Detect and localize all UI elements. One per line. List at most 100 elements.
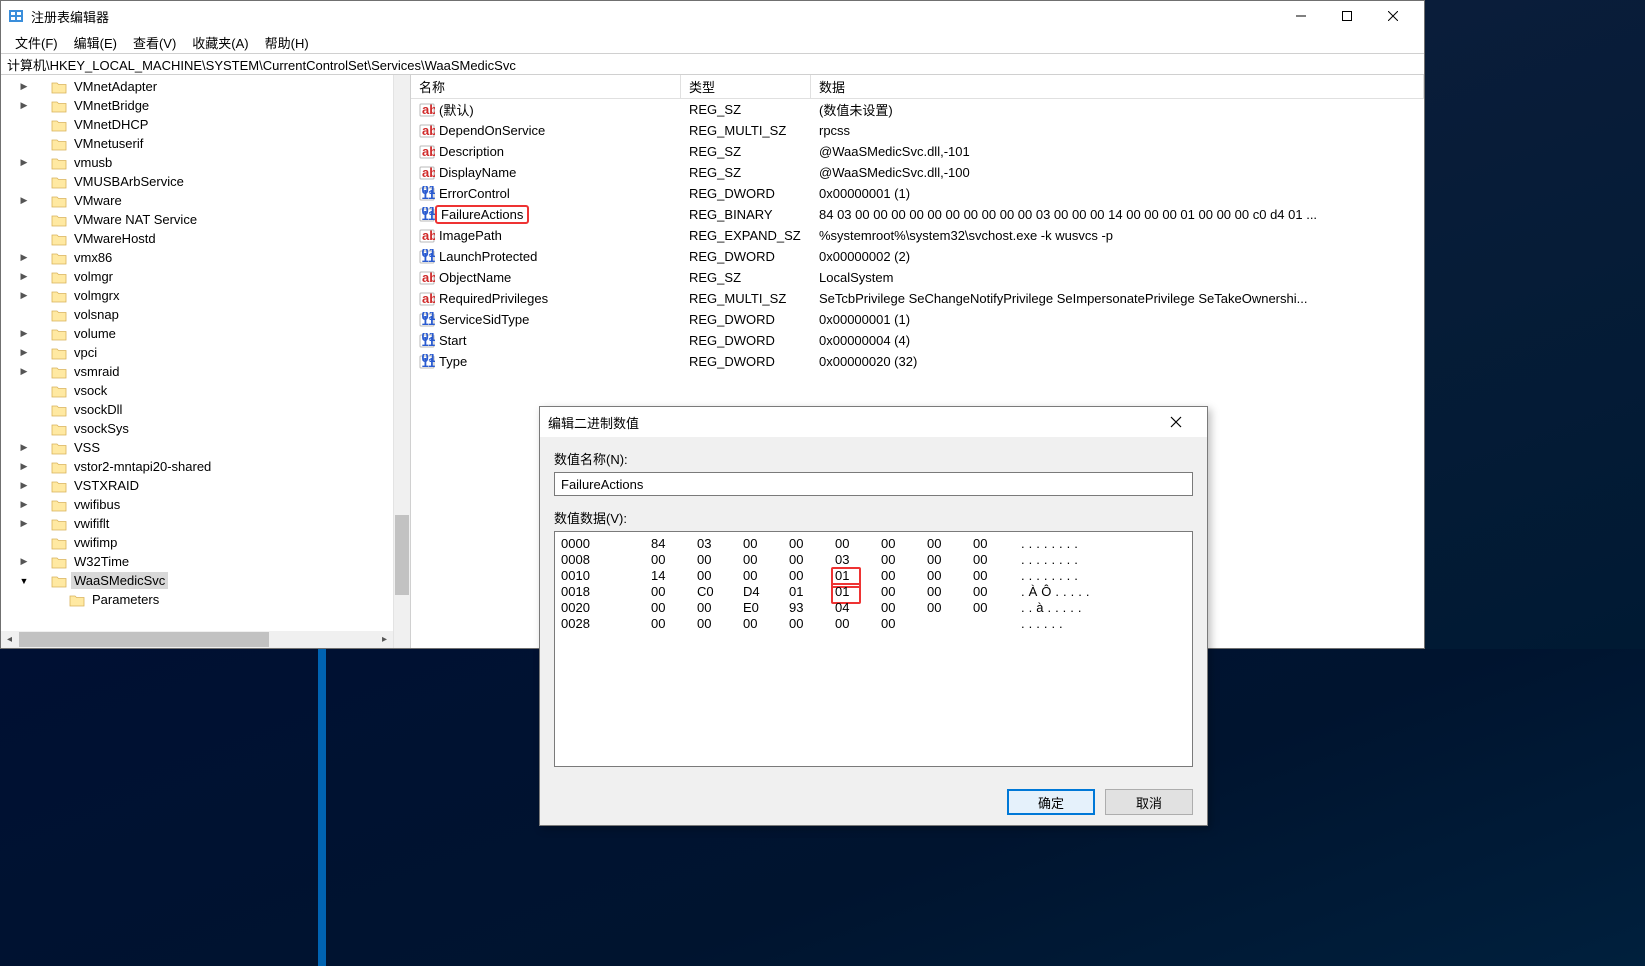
tree-horizontal-scrollbar[interactable]: ◂ ▸ — [1, 631, 393, 648]
tree-item[interactable]: ▼WaaSMedicSvc — [31, 571, 393, 590]
tree-item[interactable]: ▶vpci — [31, 343, 393, 362]
tree-item[interactable]: VMnetuserif — [31, 134, 393, 153]
dialog-close-button[interactable] — [1153, 407, 1199, 437]
hex-byte[interactable]: 00 — [835, 616, 881, 632]
tree-item[interactable]: ▶W32Time — [31, 552, 393, 571]
hex-row[interactable]: 0028000000000000...... — [561, 616, 1186, 632]
hex-byte[interactable]: 00 — [697, 552, 743, 568]
hex-byte[interactable]: 00 — [973, 600, 1019, 616]
value-row[interactable]: ErrorControlREG_DWORD0x00000001 (1) — [411, 183, 1424, 204]
value-row[interactable]: LaunchProtectedREG_DWORD0x00000002 (2) — [411, 246, 1424, 267]
hex-editor[interactable]: 00008403000000000000........000800000000… — [554, 531, 1193, 767]
tree-item[interactable]: vsockSys — [31, 419, 393, 438]
hex-byte[interactable]: 03 — [697, 536, 743, 552]
hex-byte[interactable]: 00 — [743, 568, 789, 584]
tree-item[interactable]: VMnetDHCP — [31, 115, 393, 134]
tree-item[interactable]: ▶VMnetBridge — [31, 96, 393, 115]
hex-byte[interactable]: E0 — [743, 600, 789, 616]
expand-icon[interactable]: ▶ — [17, 252, 31, 263]
hex-row[interactable]: 00101400000001000000........ — [561, 568, 1186, 584]
hex-byte[interactable]: D4 — [743, 584, 789, 600]
close-button[interactable] — [1370, 1, 1416, 31]
expand-icon[interactable]: ▶ — [17, 480, 31, 491]
titlebar[interactable]: 注册表编辑器 — [1, 1, 1424, 31]
tree-item[interactable]: ▶VMware — [31, 191, 393, 210]
dialog-titlebar[interactable]: 编辑二进制数值 — [540, 407, 1207, 437]
tree-item[interactable]: ▶vmx86 — [31, 248, 393, 267]
hex-byte[interactable]: 00 — [651, 616, 697, 632]
column-header-data[interactable]: 数据 — [811, 75, 1424, 98]
value-row[interactable]: TypeREG_DWORD0x00000020 (32) — [411, 351, 1424, 372]
tree-item[interactable]: vsock — [31, 381, 393, 400]
hex-byte[interactable]: 00 — [697, 616, 743, 632]
hex-byte[interactable]: 00 — [973, 568, 1019, 584]
hex-row[interactable]: 00080000000003000000........ — [561, 552, 1186, 568]
value-row[interactable]: (默认)REG_SZ(数值未设置) — [411, 99, 1424, 120]
scroll-right-arrow-icon[interactable]: ▸ — [376, 634, 393, 645]
tree-item[interactable]: VMwareHostd — [31, 229, 393, 248]
hex-byte[interactable]: 00 — [697, 600, 743, 616]
menu-file[interactable]: 文件(F) — [7, 31, 66, 54]
expand-icon[interactable]: ▶ — [17, 290, 31, 301]
hex-byte[interactable]: 00 — [789, 616, 835, 632]
hex-byte[interactable]: 01 — [789, 584, 835, 600]
hex-row[interactable]: 001800C0D40101000000.ÀÔ..... — [561, 584, 1186, 600]
expand-icon[interactable]: ▶ — [17, 499, 31, 510]
tree-item[interactable]: ▶VSS — [31, 438, 393, 457]
tree-view[interactable]: ▶VMnetAdapter▶VMnetBridgeVMnetDHCPVMnetu… — [1, 75, 393, 648]
hex-byte[interactable]: 00 — [881, 552, 927, 568]
address-input[interactable] — [5, 56, 1420, 73]
tree-item[interactable]: ▶vmusb — [31, 153, 393, 172]
expand-icon[interactable]: ▶ — [17, 556, 31, 567]
expand-icon[interactable]: ▶ — [17, 442, 31, 453]
hex-byte[interactable]: 03 — [835, 552, 881, 568]
hex-byte[interactable]: 00 — [973, 584, 1019, 600]
column-header-name[interactable]: 名称 — [411, 75, 681, 98]
hex-byte[interactable]: 00 — [743, 616, 789, 632]
hex-byte[interactable]: 00 — [835, 536, 881, 552]
hex-byte[interactable]: 00 — [789, 536, 835, 552]
value-row[interactable]: FailureActionsREG_BINARY84 03 00 00 00 0… — [411, 204, 1424, 225]
tree-item[interactable]: ▶volume — [31, 324, 393, 343]
scrollbar-thumb[interactable] — [395, 515, 409, 595]
hex-byte[interactable]: 01 — [835, 584, 881, 600]
scrollbar-thumb[interactable] — [19, 632, 269, 647]
value-row[interactable]: DisplayNameREG_SZ@WaaSMedicSvc.dll,-100 — [411, 162, 1424, 183]
hex-byte[interactable]: 01 — [835, 568, 881, 584]
tree-item[interactable]: vsockDll — [31, 400, 393, 419]
value-row[interactable]: RequiredPrivilegesREG_MULTI_SZSeTcbPrivi… — [411, 288, 1424, 309]
hex-byte[interactable]: 00 — [743, 552, 789, 568]
tree-item[interactable]: ▶VMnetAdapter — [31, 77, 393, 96]
value-row[interactable]: ObjectNameREG_SZLocalSystem — [411, 267, 1424, 288]
value-row[interactable]: DescriptionREG_SZ@WaaSMedicSvc.dll,-101 — [411, 141, 1424, 162]
hex-byte[interactable]: 00 — [651, 600, 697, 616]
expand-icon[interactable]: ▶ — [17, 461, 31, 472]
hex-byte[interactable]: 84 — [651, 536, 697, 552]
hex-byte[interactable]: 00 — [927, 536, 973, 552]
hex-byte[interactable]: C0 — [697, 584, 743, 600]
hex-byte[interactable]: 00 — [789, 552, 835, 568]
expand-icon[interactable]: ▶ — [17, 518, 31, 529]
hex-byte[interactable]: 00 — [881, 584, 927, 600]
hex-byte[interactable]: 00 — [881, 568, 927, 584]
value-row[interactable]: ImagePathREG_EXPAND_SZ%systemroot%\syste… — [411, 225, 1424, 246]
hex-byte[interactable]: 00 — [651, 584, 697, 600]
expand-icon[interactable]: ▶ — [17, 328, 31, 339]
minimize-button[interactable] — [1278, 1, 1324, 31]
hex-byte[interactable]: 00 — [973, 552, 1019, 568]
tree-item[interactable]: ▶VSTXRAID — [31, 476, 393, 495]
hex-byte[interactable]: 00 — [927, 552, 973, 568]
tree-item[interactable]: VMUSBArbService — [31, 172, 393, 191]
maximize-button[interactable] — [1324, 1, 1370, 31]
hex-byte[interactable]: 00 — [927, 584, 973, 600]
value-name-input[interactable] — [554, 472, 1193, 496]
expand-icon[interactable]: ▶ — [17, 157, 31, 168]
tree-item[interactable]: ▶volmgrx — [31, 286, 393, 305]
expand-icon[interactable]: ▶ — [17, 195, 31, 206]
tree-item[interactable]: VMware NAT Service — [31, 210, 393, 229]
hex-byte[interactable]: 00 — [927, 600, 973, 616]
hex-byte[interactable]: 00 — [697, 568, 743, 584]
value-row[interactable]: StartREG_DWORD0x00000004 (4) — [411, 330, 1424, 351]
tree-item[interactable]: volsnap — [31, 305, 393, 324]
menu-help[interactable]: 帮助(H) — [257, 31, 317, 54]
